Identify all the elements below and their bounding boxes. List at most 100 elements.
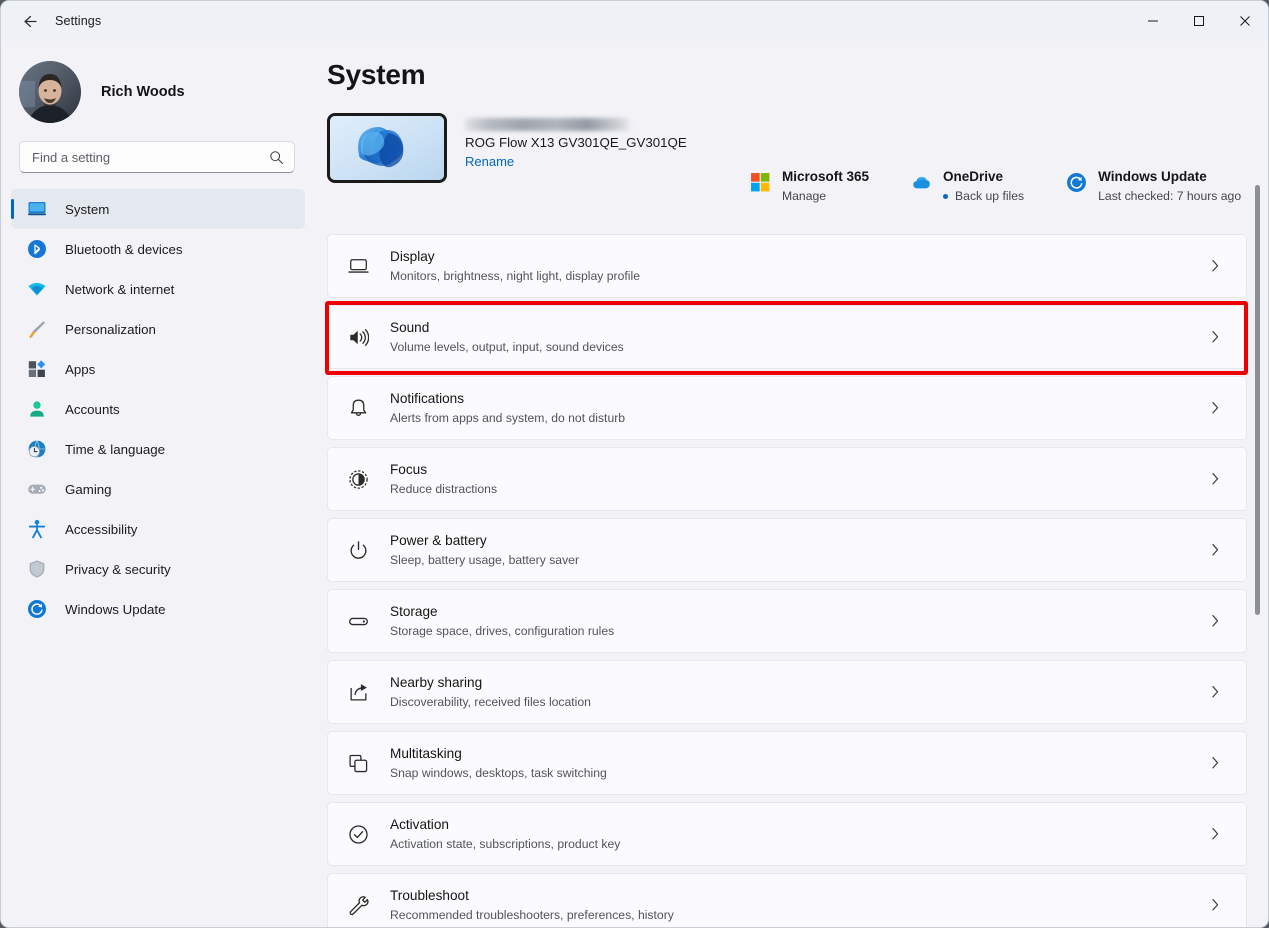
- main-scrollbar[interactable]: [1252, 47, 1263, 923]
- quick-link-text: Windows Update Last checked: 7 hours ago: [1098, 168, 1241, 203]
- chevron-right-icon[interactable]: [1207, 684, 1224, 701]
- chevron-right-icon[interactable]: [1207, 613, 1224, 630]
- search-input[interactable]: [32, 149, 269, 165]
- chevron-right-icon[interactable]: [1207, 258, 1224, 275]
- chevron-right-icon[interactable]: [1207, 471, 1224, 488]
- chevron-right-icon: [1212, 401, 1219, 414]
- sidebar-item-time-language[interactable]: Time & language: [11, 429, 305, 469]
- sidebar-item-bluetooth-devices[interactable]: Bluetooth & devices: [11, 229, 305, 269]
- gamepad-icon: [28, 484, 46, 494]
- rename-link[interactable]: Rename: [465, 154, 514, 169]
- chevron-right-icon[interactable]: [1207, 542, 1224, 559]
- window-title: Settings: [55, 14, 102, 28]
- chevron-right-icon: [1212, 614, 1219, 627]
- profile-section[interactable]: Rich Woods: [1, 41, 313, 127]
- wifi-icon: [22, 279, 52, 299]
- speaker-icon: [342, 327, 374, 348]
- settings-row-title: Display: [390, 248, 435, 264]
- quick-link-subtitle-text: Last checked: 7 hours ago: [1098, 189, 1242, 203]
- sidebar-item-gaming[interactable]: Gaming: [11, 469, 305, 509]
- power-icon: [342, 540, 374, 561]
- chevron-right-icon[interactable]: [1207, 755, 1224, 772]
- settings-row-multitasking[interactable]: Multitasking Snap windows, desktops, task…: [327, 731, 1247, 795]
- settings-row-text: Multitasking Snap windows, desktops, task…: [390, 746, 607, 781]
- back-arrow-icon: [23, 15, 37, 27]
- focus-moon-icon: [342, 469, 374, 490]
- focus-moon-icon: [348, 469, 368, 489]
- update-refresh-icon: [28, 600, 46, 618]
- chevron-right-icon[interactable]: [1207, 400, 1224, 417]
- storage-drive-icon: [348, 617, 368, 625]
- maximize-icon: [1194, 16, 1204, 26]
- quick-link-subtitle-text: Back up files: [955, 189, 1025, 203]
- sidebar-item-accessibility[interactable]: Accessibility: [11, 509, 305, 549]
- sidebar-nav: System Bluetooth & devices Network & int…: [1, 189, 313, 629]
- settings-row-subtitle: Reduce distractions: [390, 481, 498, 496]
- paintbrush-icon: [29, 321, 45, 338]
- close-icon: [1240, 16, 1250, 26]
- settings-row-subtitle: Sleep, battery usage, battery saver: [390, 552, 580, 567]
- settings-row-nearby-sharing[interactable]: Nearby sharing Discoverability, received …: [327, 660, 1247, 724]
- quick-link-microsoft-365[interactable]: Microsoft 365 Manage: [750, 168, 869, 203]
- update-refresh-icon: [1067, 173, 1087, 192]
- quick-link-windows-update[interactable]: Windows Update Last checked: 7 hours ago: [1066, 168, 1241, 203]
- settings-row-power-battery[interactable]: Power & battery Sleep, battery usage, bat…: [327, 518, 1247, 582]
- search-box[interactable]: [19, 141, 295, 173]
- bluetooth-icon: [28, 240, 46, 258]
- settings-row-sound[interactable]: Sound Volume levels, output, input, sound…: [327, 305, 1247, 369]
- settings-row-storage[interactable]: Storage Storage space, drives, configurat…: [327, 589, 1247, 653]
- chevron-right-icon[interactable]: [1207, 329, 1224, 346]
- sidebar-item-label: Time & language: [65, 441, 166, 457]
- settings-row-title: Storage: [390, 603, 438, 619]
- settings-row-focus[interactable]: Focus Reduce distractions: [327, 447, 1247, 511]
- device-info: ROG Flow X13 GV301QE_GV301QE Rename: [465, 113, 687, 171]
- settings-row-text: Activation Activation state, subscription…: [390, 817, 620, 852]
- avatar: [19, 61, 81, 123]
- onedrive-cloud-icon: [911, 172, 932, 198]
- chevron-right-icon[interactable]: [1207, 826, 1224, 843]
- wifi-icon: [28, 282, 46, 296]
- sidebar-item-label: Privacy & security: [65, 561, 171, 577]
- sidebar-item-apps[interactable]: Apps: [11, 349, 305, 389]
- sidebar-item-accounts[interactable]: Accounts: [11, 389, 305, 429]
- bluetooth-icon: [22, 239, 52, 259]
- settings-row-subtitle: Monitors, brightness, night light, displ…: [390, 268, 640, 283]
- sidebar-item-label: Gaming: [65, 481, 112, 497]
- microsoft-logo-icon: [750, 172, 771, 198]
- quick-link-onedrive[interactable]: OneDrive Back up files: [911, 168, 1024, 203]
- settings-row-notifications[interactable]: Notifications Alerts from apps and system…: [327, 376, 1247, 440]
- quick-link-title: Microsoft 365: [782, 169, 870, 184]
- chevron-right-icon: [1212, 685, 1219, 698]
- settings-row-activation[interactable]: Activation Activation state, subscription…: [327, 802, 1247, 866]
- sidebar-item-label: System: [65, 201, 110, 217]
- title-bar: Settings: [1, 1, 1268, 41]
- quick-links: Microsoft 365 Manage OneDrive Back up file…: [750, 168, 1241, 203]
- quick-link-text: Microsoft 365 Manage: [782, 168, 869, 203]
- chevron-right-icon[interactable]: [1207, 897, 1224, 914]
- sidebar-item-windows-update[interactable]: Windows Update: [11, 589, 305, 629]
- settings-row-title: Sound: [390, 319, 430, 335]
- sidebar-item-system[interactable]: System: [11, 189, 305, 229]
- minimize-button[interactable]: [1130, 1, 1176, 41]
- sidebar-item-network-internet[interactable]: Network & internet: [11, 269, 305, 309]
- close-button[interactable]: [1222, 1, 1268, 41]
- sidebar-item-privacy-security[interactable]: Privacy & security: [11, 549, 305, 589]
- settings-row-title: Power & battery: [390, 532, 487, 548]
- maximize-button[interactable]: [1176, 1, 1222, 41]
- quick-link-subtitle: Manage: [782, 189, 869, 203]
- quick-link-subtitle: Last checked: 7 hours ago: [1098, 189, 1241, 203]
- back-button[interactable]: [11, 6, 47, 36]
- windows-stack-icon: [342, 753, 374, 774]
- chevron-right-icon: [1212, 898, 1219, 911]
- display-monitor-icon: [342, 256, 374, 277]
- settings-row-subtitle: Activation state, subscriptions, product…: [390, 836, 621, 851]
- settings-row-troubleshoot[interactable]: Troubleshoot Recommended troubleshooters,…: [327, 873, 1247, 927]
- sidebar-item-personalization[interactable]: Personalization: [11, 309, 305, 349]
- clock-globe-icon: [28, 440, 46, 459]
- sidebar-item-label: Bluetooth & devices: [65, 241, 183, 257]
- scrollbar-thumb[interactable]: [1255, 185, 1260, 615]
- windows-stack-icon: [348, 754, 367, 772]
- chevron-right-icon: [1212, 330, 1219, 343]
- settings-row-subtitle: Snap windows, desktops, task switching: [390, 765, 607, 780]
- settings-row-display[interactable]: Display Monitors, brightness, night light…: [327, 234, 1247, 298]
